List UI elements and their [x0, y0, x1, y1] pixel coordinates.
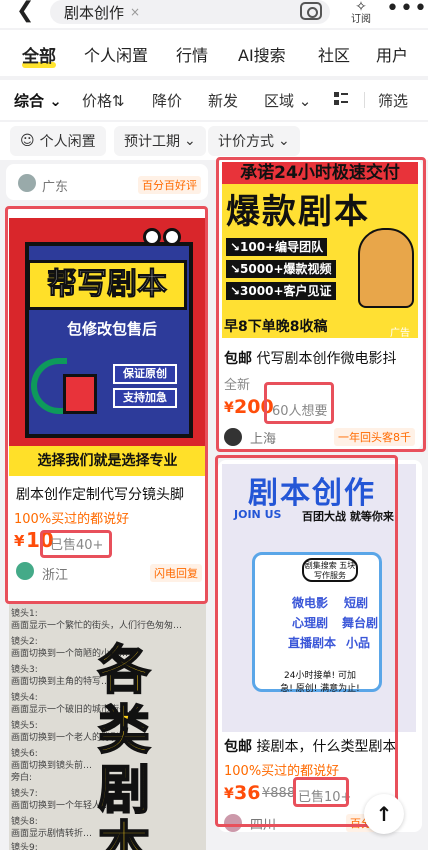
- chip-personal-idle[interactable]: ☺ 个人闲置: [10, 126, 106, 156]
- seller-avatar: [18, 174, 36, 192]
- chip-label: 预计工期: [124, 134, 180, 150]
- back-arrow-icon[interactable]: ❮: [16, 0, 36, 24]
- subscribe-icon: ✧: [355, 0, 367, 15]
- arrow-up-icon: ↑: [375, 802, 393, 826]
- search-box[interactable]: 剧本创作 ×: [50, 0, 330, 24]
- chevron-down-icon: ⌄: [49, 92, 62, 110]
- tab-personal-idle[interactable]: 个人闲置: [84, 42, 148, 66]
- tab-ai-search[interactable]: AI搜索: [238, 42, 286, 66]
- region-dropdown[interactable]: 区域 ⌄: [264, 90, 311, 111]
- chevron-down-icon: ⌄: [278, 133, 290, 149]
- seller-badge: 百分百好评: [138, 176, 201, 194]
- chevron-down-icon: ⌄: [298, 92, 312, 110]
- layout-toggle-icon[interactable]: [334, 92, 348, 106]
- tab-all[interactable]: 全部: [22, 42, 56, 67]
- script-line: 镜头9:: [11, 843, 38, 850]
- top-bar: ❮ 剧本创作 × ✧ 订阅 •••: [0, 0, 428, 28]
- camera-search-icon[interactable]: [300, 2, 322, 20]
- tab-market[interactable]: 行情: [176, 42, 208, 66]
- chip-pricing-method[interactable]: 计价方式 ⌄: [208, 126, 300, 156]
- chevron-down-icon: ⌄: [184, 133, 196, 149]
- filter-chips: ☺ 个人闲置 预计工期 ⌄ 计价方式 ⌄: [0, 122, 428, 160]
- seller-location: 广东: [42, 180, 69, 195]
- more-options-icon[interactable]: •••: [386, 0, 427, 20]
- price-sort-label: 价格: [82, 92, 113, 110]
- person-icon: ☺: [20, 133, 35, 149]
- filter-bar: 综合 ⌄ 价格⇅ 降价 新发 区域 ⌄ 筛选: [0, 80, 428, 120]
- sort-dropdown[interactable]: 综合 ⌄: [14, 90, 62, 111]
- highlight-box: [40, 530, 112, 558]
- clear-icon[interactable]: ×: [130, 5, 140, 19]
- chip-label: 个人闲置: [39, 134, 96, 150]
- highlight-box: [264, 382, 334, 424]
- tab-users[interactable]: 用户: [376, 42, 408, 66]
- search-query[interactable]: 剧本创作: [64, 2, 124, 23]
- region-label: 区域: [264, 92, 295, 110]
- chip-label: 计价方式: [218, 134, 274, 150]
- highlight-box: [293, 777, 349, 807]
- scroll-to-top-button[interactable]: ↑: [364, 794, 404, 834]
- subscribe-label: 订阅: [351, 14, 371, 25]
- product-image[interactable]: 镜头1: 画面显示一个繁忙的街头，人们行色匆匆… 镜头2: 画面切换到一个简陋的…: [9, 604, 206, 850]
- category-tabs: 全部 个人闲置 行情 AI搜索 社区 用户: [0, 30, 428, 76]
- script-line: 旁白:: [11, 773, 33, 783]
- highlight-box: [215, 455, 398, 827]
- chip-work-period[interactable]: 预计工期 ⌄: [114, 126, 206, 156]
- subscribe-button[interactable]: ✧ 订阅: [346, 0, 376, 26]
- new-filter[interactable]: 新发: [208, 90, 238, 111]
- sort-arrows-icon: ⇅: [112, 92, 125, 110]
- product-card-partial[interactable]: 广东 百分百好评: [6, 164, 208, 200]
- script-line: 画面显示剧情转折…: [11, 829, 93, 839]
- tab-community[interactable]: 社区: [318, 42, 350, 66]
- sort-label: 综合: [14, 92, 45, 110]
- filter-button[interactable]: 筛选: [378, 90, 408, 111]
- filter-divider: [364, 92, 365, 108]
- price-drop-filter[interactable]: 降价: [152, 90, 182, 111]
- price-sort[interactable]: 价格⇅: [82, 90, 125, 111]
- image-big-text: 本: [97, 816, 151, 850]
